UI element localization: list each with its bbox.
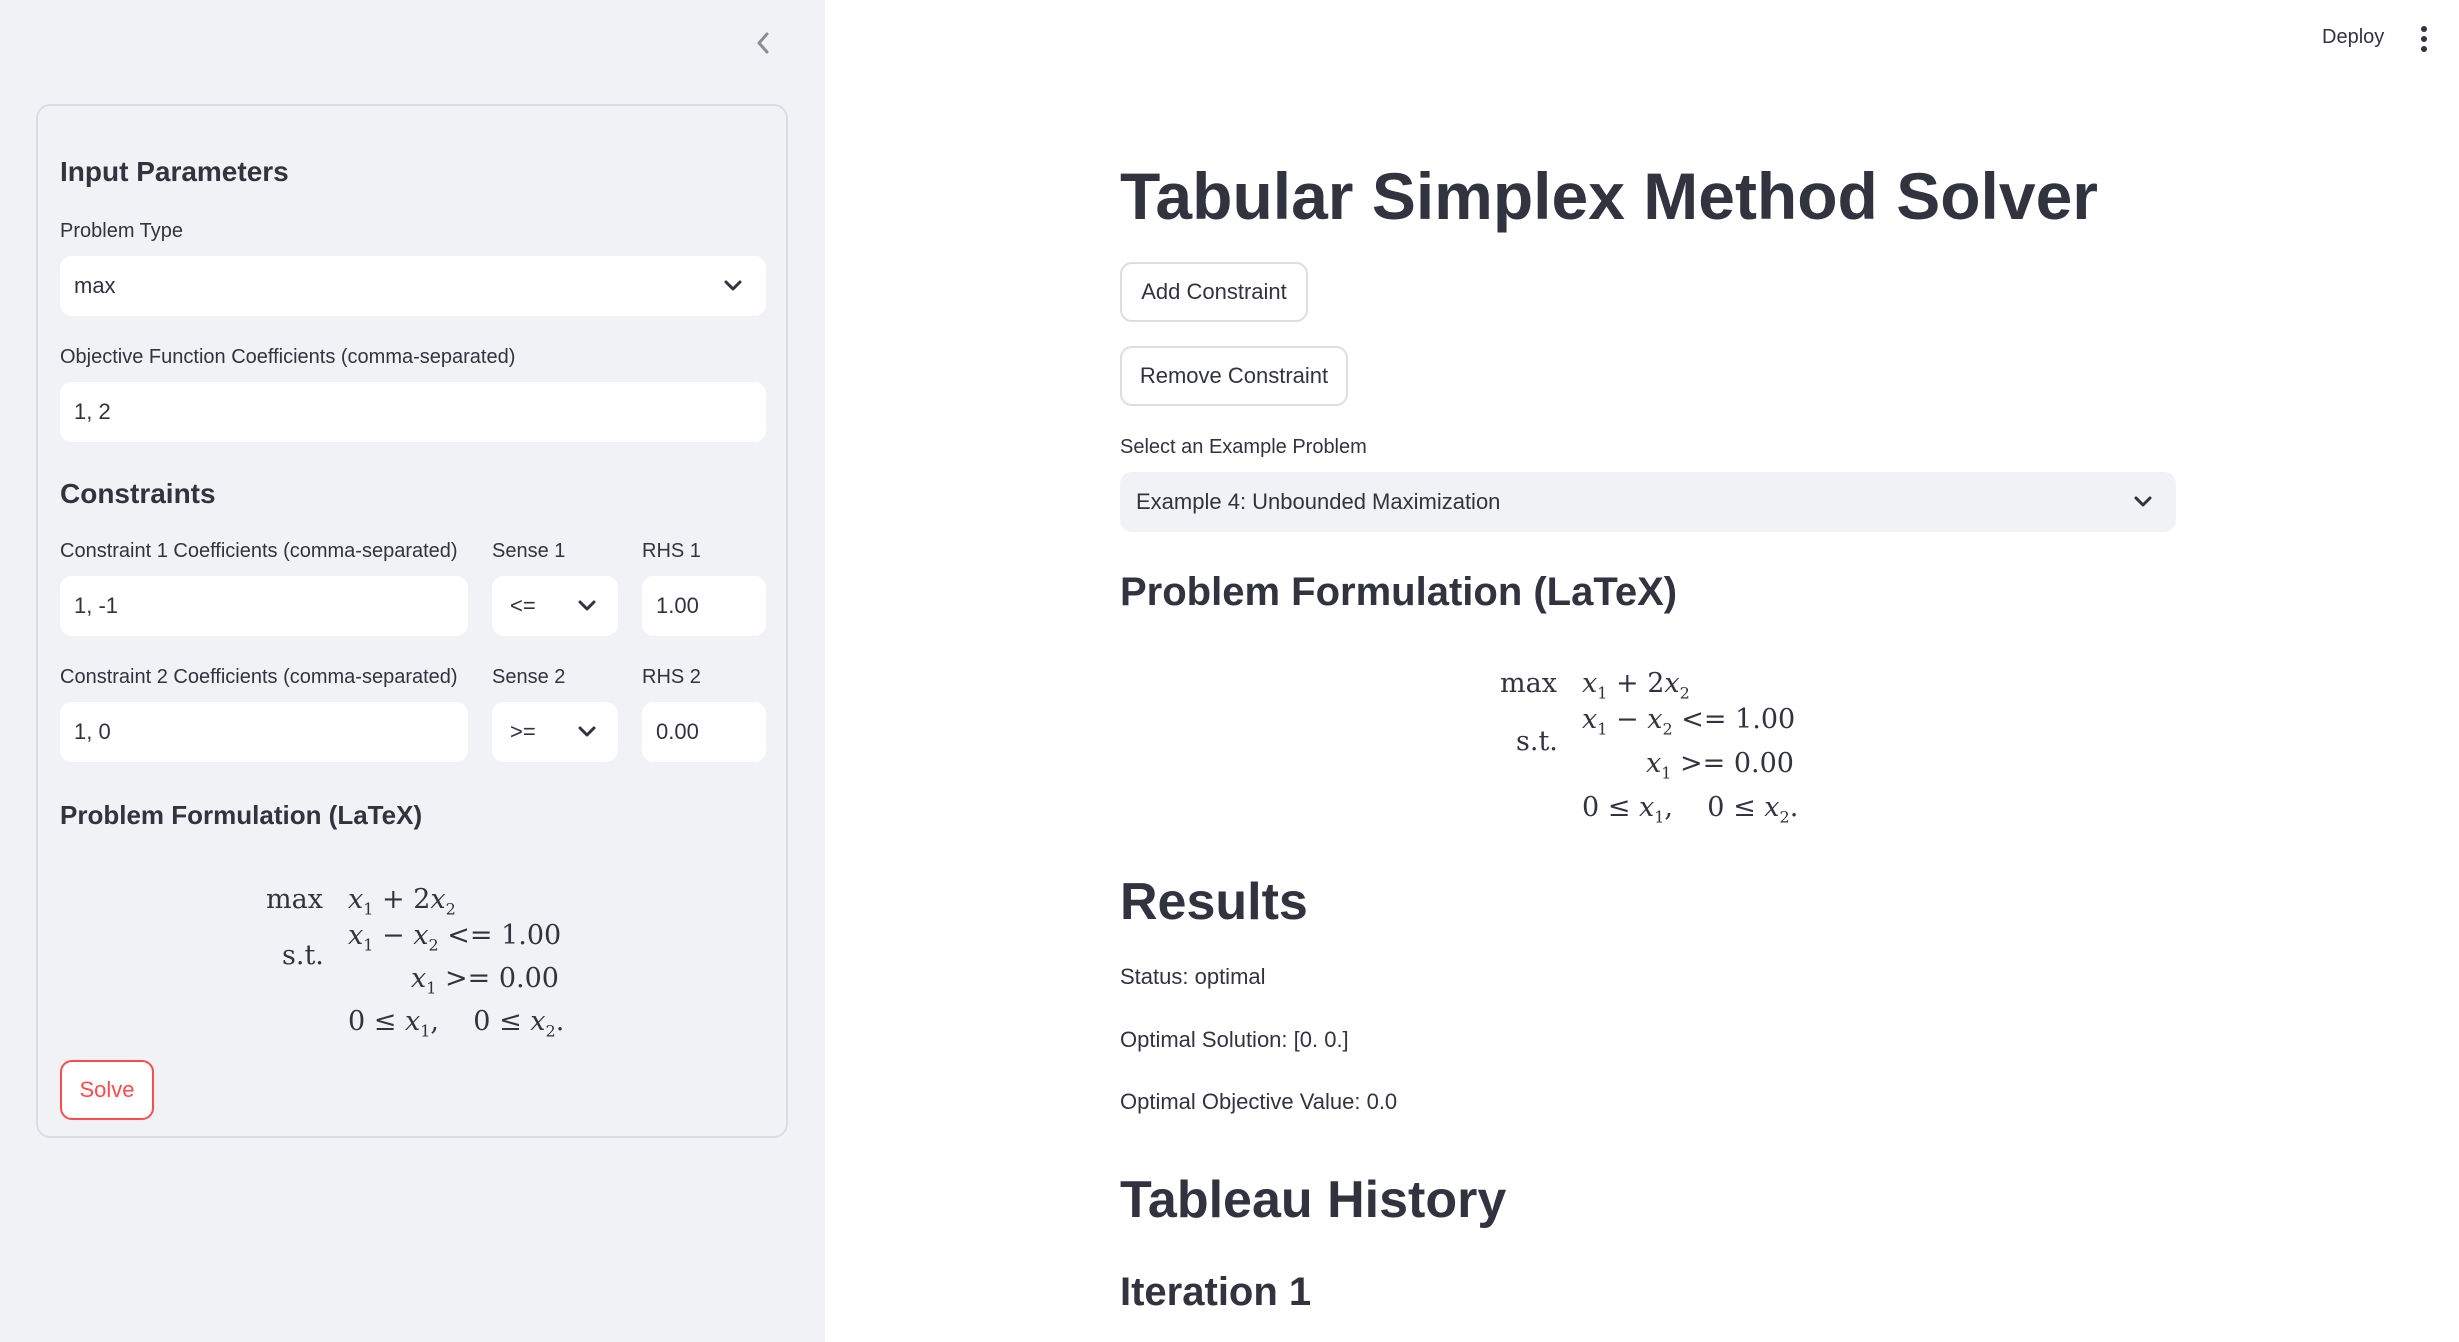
example-select[interactable]: Example 4: Unbounded Maximization xyxy=(1120,472,2176,532)
sense-2-select[interactable]: >= xyxy=(492,702,618,762)
input-parameters-heading: Input Parameters xyxy=(60,156,289,187)
objective-label: Objective Function Coefficients (comma-s… xyxy=(60,346,516,368)
rhs-1-label: RHS 1 xyxy=(642,540,701,562)
chevron-down-icon xyxy=(578,600,596,611)
example-select-label: Select an Example Problem xyxy=(1120,436,1367,458)
main-formulation-latex: max s.t. x1 + 2x2 x1 − x2 <= 1.00 x1 >= … xyxy=(1500,660,1920,835)
st-word: s.t. xyxy=(282,940,324,971)
objective-expression: x1 + 2x2 xyxy=(348,884,456,919)
constraint-1-coef-value: 1, -1 xyxy=(74,593,119,618)
deploy-button[interactable]: Deploy xyxy=(2322,26,2384,49)
page-title: Tabular Simplex Method Solver xyxy=(1120,159,2098,233)
constraints-heading: Constraints xyxy=(60,478,216,509)
rhs-2-input[interactable]: 0.00 xyxy=(642,702,766,762)
sense-1-label: Sense 1 xyxy=(492,540,566,562)
optimal-solution-text: Optimal Solution: [0. 0.] xyxy=(1120,1027,1349,1052)
constraint-2-coef-value: 1, 0 xyxy=(74,719,111,744)
constraint-2-rhs: 0.00 xyxy=(1733,748,1794,779)
constraint-1-expression: x1 − x2 <= 1.00 xyxy=(348,920,562,955)
problem-type-label: Problem Type xyxy=(60,220,184,242)
objective-input[interactable]: 1, 2 xyxy=(60,382,766,442)
tableau-history-heading: Tableau History xyxy=(1120,1171,1507,1229)
sidebar-formulation-heading: Problem Formulation (LaTeX) xyxy=(60,800,423,830)
constraint-1-rhs: 1.00 xyxy=(501,920,562,951)
results-heading: Results xyxy=(1120,873,1308,931)
iteration-1-heading: Iteration 1 xyxy=(1120,1270,1312,1314)
nonnegativity-expression: 0 ≤ x1, 0 ≤ x2. xyxy=(1582,792,1799,827)
chevron-left-icon xyxy=(757,32,769,54)
rhs-2-value: 0.00 xyxy=(656,719,699,744)
nonnegativity-expression: 0 ≤ x1, 0 ≤ x2. xyxy=(348,1006,565,1041)
constraint-2-expression: x1 >= 0.00 xyxy=(1646,748,1794,783)
status-text: Status: optimal xyxy=(1120,964,1266,989)
sidebar-formulation-latex: max s.t. x1 + 2x2 x1 − x2 <= 1.00 x1 >= … xyxy=(266,876,666,1046)
solve-button[interactable]: Solve xyxy=(60,1060,154,1120)
sense-1-select[interactable]: <= xyxy=(492,576,618,636)
constraint-1-coef-label: Constraint 1 Coefficients (comma-separat… xyxy=(60,540,458,562)
objective-value-text: Optimal Objective Value: 0.0 xyxy=(1120,1089,1398,1114)
example-select-value: Example 4: Unbounded Maximization xyxy=(1136,489,1501,514)
constraint-1-rhs: 1.00 xyxy=(1735,704,1796,735)
input-form: Input Parameters Problem Type max Object… xyxy=(36,104,788,1138)
main-menu-button[interactable] xyxy=(2414,24,2434,54)
max-word: max xyxy=(1500,668,1557,699)
problem-type-value: max xyxy=(74,273,116,298)
sidebar: Input Parameters Problem Type max Object… xyxy=(0,0,825,1342)
objective-value: 1, 2 xyxy=(74,399,111,424)
vertical-dots-icon xyxy=(2421,26,2427,52)
problem-type-select[interactable]: max xyxy=(60,256,766,316)
remove-constraint-button[interactable]: Remove Constraint xyxy=(1120,346,1348,406)
chevron-down-icon xyxy=(2134,496,2152,507)
max-word: max xyxy=(266,884,323,915)
st-word: s.t. xyxy=(1516,726,1558,757)
rhs-2-label: RHS 2 xyxy=(642,666,701,688)
constraint-2-coef-label: Constraint 2 Coefficients (comma-separat… xyxy=(60,666,458,688)
chevron-down-icon xyxy=(724,280,742,291)
add-constraint-button[interactable]: Add Constraint xyxy=(1120,262,1308,322)
objective-expression: x1 + 2x2 xyxy=(1582,668,1690,703)
main-formulation-heading: Problem Formulation (LaTeX) xyxy=(1120,570,1678,614)
constraint-2-coef-input[interactable]: 1, 0 xyxy=(60,702,468,762)
rhs-1-value: 1.00 xyxy=(656,593,699,618)
sense-1-value: <= xyxy=(510,593,536,618)
rhs-1-input[interactable]: 1.00 xyxy=(642,576,766,636)
collapse-sidebar-button[interactable] xyxy=(748,28,778,58)
constraint-1-coef-input[interactable]: 1, -1 xyxy=(60,576,468,636)
constraint-2-rhs: 0.00 xyxy=(498,963,559,994)
sense-2-label: Sense 2 xyxy=(492,666,566,688)
chevron-down-icon xyxy=(578,726,596,737)
constraint-1-expression: x1 − x2 <= 1.00 xyxy=(1582,704,1796,739)
constraint-2-expression: x1 >= 0.00 xyxy=(411,963,559,998)
sense-2-value: >= xyxy=(510,719,536,744)
